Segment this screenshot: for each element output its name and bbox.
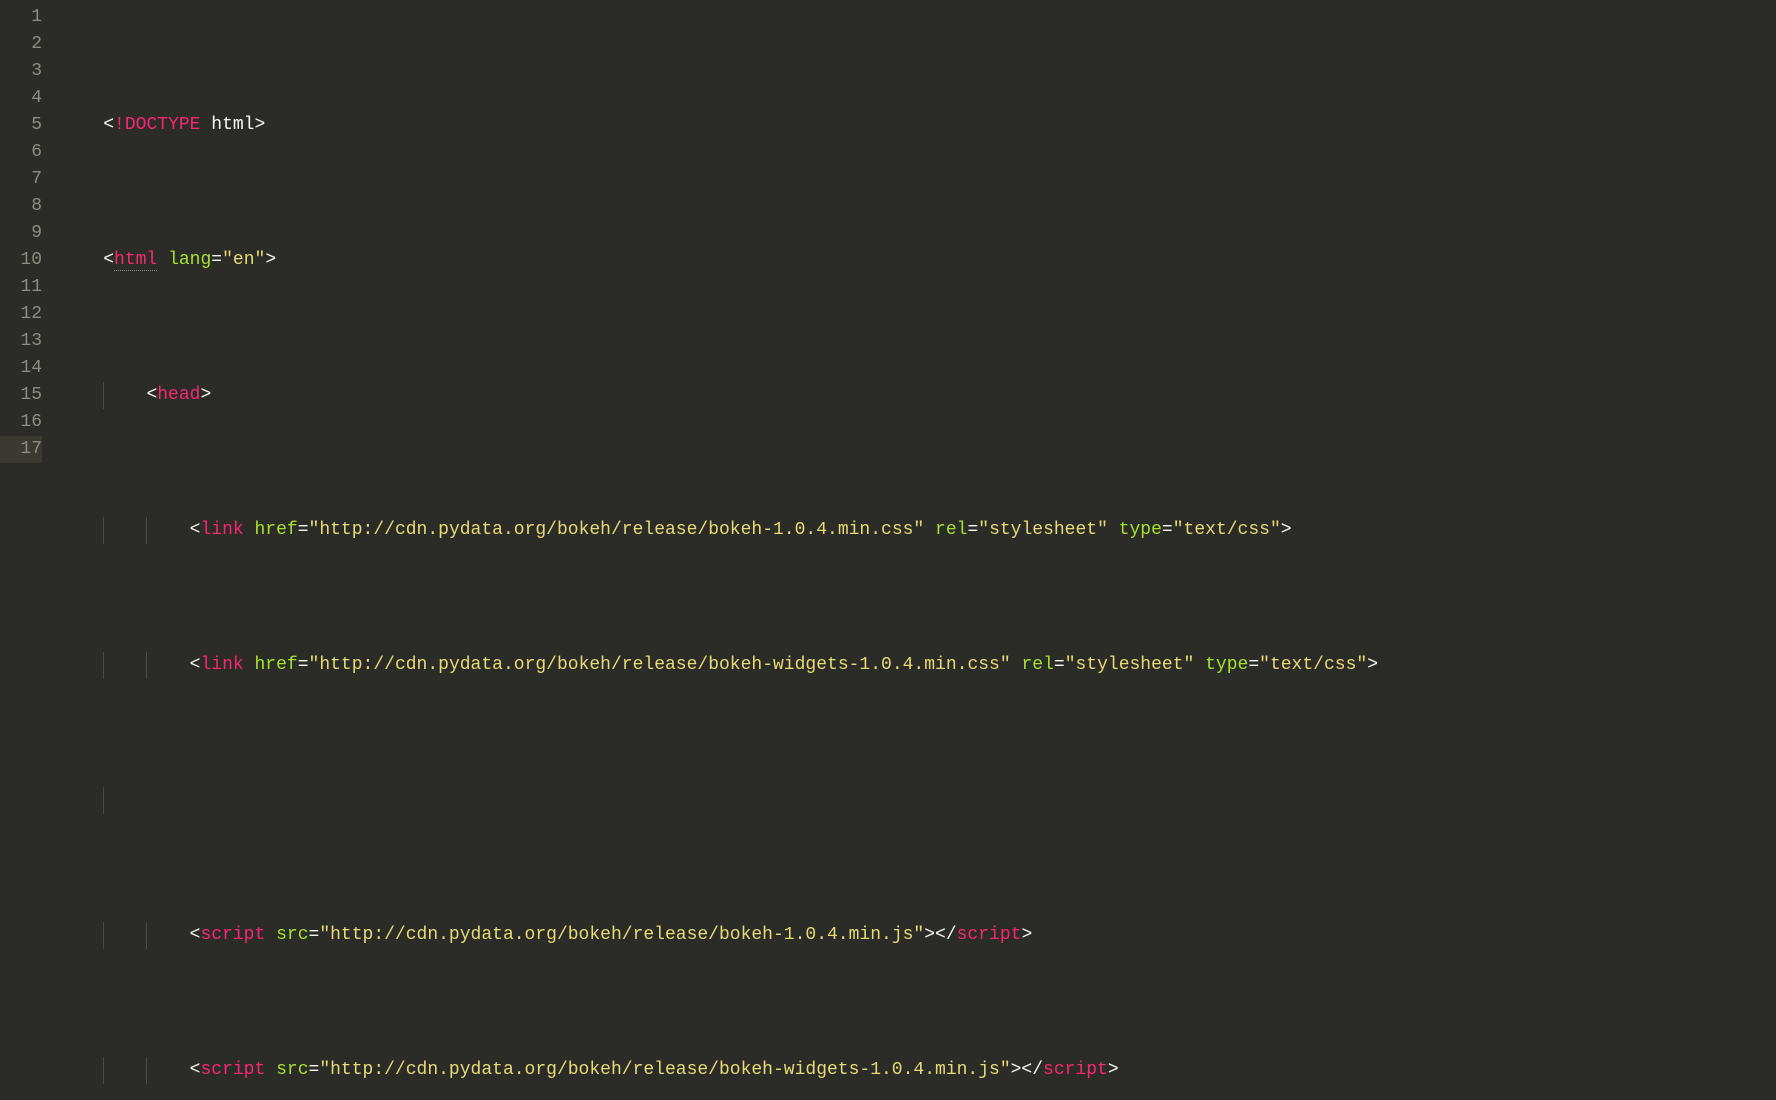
- attr-value: "http://cdn.pydata.org/bokeh/release/bok…: [309, 520, 925, 540]
- tag-name: link: [200, 520, 243, 540]
- attr-name: href: [255, 655, 298, 675]
- line-number: 1: [0, 4, 42, 31]
- indent: [60, 655, 103, 675]
- attr-value: "http://cdn.pydata.org/bokeh/release/bok…: [319, 1060, 1010, 1080]
- attr-value: "http://cdn.pydata.org/bokeh/release/bok…: [319, 925, 924, 945]
- indent: [103, 655, 146, 675]
- line-number: 14: [0, 355, 42, 382]
- code-line[interactable]: <script src="http://cdn.pydata.org/bokeh…: [60, 1057, 1776, 1084]
- indent: [146, 925, 189, 945]
- line-number: 9: [0, 220, 42, 247]
- angle-bracket: >: [1108, 1060, 1119, 1080]
- indent: [60, 1060, 103, 1080]
- tag-name: script: [1043, 1060, 1108, 1080]
- angle-bracket: ></: [1011, 1060, 1043, 1080]
- angle-bracket: >: [254, 115, 265, 135]
- angle-bracket: ></: [924, 925, 956, 945]
- angle-bracket: <: [190, 1060, 201, 1080]
- line-number: 8: [0, 193, 42, 220]
- line-number: 13: [0, 328, 42, 355]
- line-number: 15: [0, 382, 42, 409]
- tag-name: link: [200, 655, 243, 675]
- tag-name: script: [200, 1060, 265, 1080]
- angle-bracket: <: [190, 655, 201, 675]
- line-number: 6: [0, 139, 42, 166]
- line-number: 5: [0, 112, 42, 139]
- code-line[interactable]: <!DOCTYPE html>: [60, 112, 1776, 139]
- angle-bracket: >: [265, 250, 276, 270]
- attr-name: rel: [1021, 655, 1053, 675]
- attr-value: "text/css": [1259, 655, 1367, 675]
- line-number: 12: [0, 301, 42, 328]
- line-number: 16: [0, 409, 42, 436]
- code-line[interactable]: <html lang="en">: [60, 247, 1776, 274]
- indent: [60, 520, 103, 540]
- line-number: 17: [0, 436, 42, 463]
- indent: [103, 925, 146, 945]
- line-number: 2: [0, 31, 42, 58]
- indent: [146, 1060, 189, 1080]
- code-line[interactable]: <script src="http://cdn.pydata.org/bokeh…: [60, 922, 1776, 949]
- attr-value: "text/css": [1173, 520, 1281, 540]
- line-number: 7: [0, 166, 42, 193]
- attr-name: lang: [168, 250, 211, 270]
- angle-bracket: <: [190, 520, 201, 540]
- indent: [60, 790, 103, 810]
- equals: =: [211, 250, 222, 270]
- attr-value: "stylesheet": [978, 520, 1108, 540]
- doctype-rest: html: [200, 115, 254, 135]
- angle-bracket: >: [1367, 655, 1378, 675]
- attr-value: "stylesheet": [1065, 655, 1195, 675]
- code-editor[interactable]: 1 2 3 4 5 6 7 8 9 10 11 12 13 14 15 16 1…: [0, 0, 1776, 550]
- doctype-bang: !: [114, 115, 125, 135]
- angle-bracket: >: [200, 385, 211, 405]
- tag-name: head: [157, 385, 200, 405]
- code-line[interactable]: <link href="http://cdn.pydata.org/bokeh/…: [60, 517, 1776, 544]
- attr-name: type: [1205, 655, 1248, 675]
- attr-value: "http://cdn.pydata.org/bokeh/release/bok…: [309, 655, 1011, 675]
- line-number: 10: [0, 247, 42, 274]
- attr-name: href: [255, 520, 298, 540]
- angle-bracket: <: [190, 925, 201, 945]
- angle-bracket: >: [1281, 520, 1292, 540]
- doctype-keyword: DOCTYPE: [125, 115, 201, 135]
- angle-bracket: <: [146, 385, 157, 405]
- indent: [60, 250, 103, 270]
- code-line[interactable]: [60, 787, 1776, 814]
- line-number: 3: [0, 58, 42, 85]
- attr-name: rel: [935, 520, 967, 540]
- line-number: 4: [0, 85, 42, 112]
- attr-value: "en": [222, 250, 265, 270]
- tag-name: script: [200, 925, 265, 945]
- code-area[interactable]: <!DOCTYPE html> <html lang="en"> <head> …: [60, 0, 1776, 550]
- line-number-gutter: 1 2 3 4 5 6 7 8 9 10 11 12 13 14 15 16 1…: [0, 0, 60, 550]
- angle-bracket: <: [103, 115, 114, 135]
- indent: [146, 520, 189, 540]
- indent: [146, 655, 189, 675]
- indent: [60, 385, 103, 405]
- indent: [60, 115, 103, 135]
- attr-name: type: [1119, 520, 1162, 540]
- indent: [103, 520, 146, 540]
- angle-bracket: >: [1021, 925, 1032, 945]
- line-number: 11: [0, 274, 42, 301]
- indent: [60, 925, 103, 945]
- angle-bracket: <: [103, 250, 114, 270]
- code-line[interactable]: <link href="http://cdn.pydata.org/bokeh/…: [60, 652, 1776, 679]
- indent: [103, 1060, 146, 1080]
- attr-name: src: [276, 925, 308, 945]
- indent: [103, 385, 146, 405]
- tag-name: html: [114, 250, 157, 271]
- code-line[interactable]: <head>: [60, 382, 1776, 409]
- tag-name: script: [957, 925, 1022, 945]
- attr-name: src: [276, 1060, 308, 1080]
